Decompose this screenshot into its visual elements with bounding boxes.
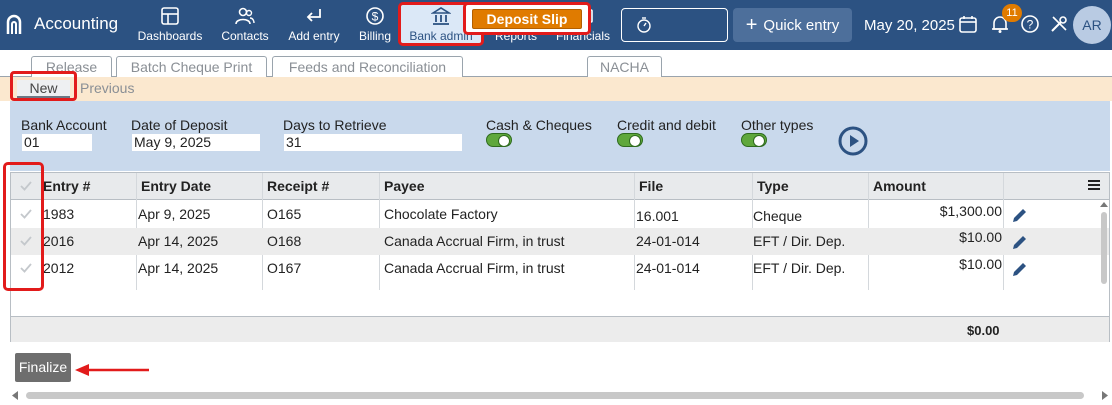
horizontal-scrollbar[interactable] <box>10 390 1110 401</box>
deposit-filters-panel: Bank Account 01 Date of Deposit May 9, 2… <box>10 101 1110 171</box>
table-row[interactable]: 2012 Apr 14, 2025 O167 Canada Accrual Fi… <box>11 255 1109 282</box>
column-menu-icon[interactable] <box>1087 178 1101 192</box>
row-selection-highlight <box>3 162 44 291</box>
file-number: 24-01-014 <box>636 233 700 249</box>
deposit-date-label: Date of Deposit <box>131 117 228 133</box>
column-header-amount[interactable]: Amount <box>873 178 926 194</box>
edit-pencil-icon[interactable] <box>1010 208 1028 224</box>
nav-label: Dashboards <box>137 29 203 43</box>
nav-billing[interactable]: $ Billing <box>356 6 394 46</box>
deposit-entries-table: Entry # Entry Date Receipt # Payee File … <box>10 172 1110 342</box>
other-types-label: Other types <box>741 117 814 133</box>
entry-date: Apr 9, 2025 <box>138 206 211 222</box>
app-logo-icon <box>6 14 22 34</box>
help-icon[interactable]: ? <box>1020 14 1040 34</box>
tab-feeds-reconciliation[interactable]: Feeds and Reconciliation <box>272 56 463 77</box>
file-number: 24-01-014 <box>636 260 700 276</box>
table-totals-row: $0.00 <box>11 316 1109 342</box>
plus-icon: + <box>745 14 758 36</box>
stopwatch-icon <box>637 17 651 33</box>
bank-account-label: Bank Account <box>21 117 107 133</box>
entry-number: 2012 <box>43 260 75 276</box>
subtab-bar <box>0 77 1112 101</box>
column-header-payee[interactable]: Payee <box>384 178 424 194</box>
dashboard-icon <box>161 7 179 25</box>
return-arrow-icon <box>306 9 321 22</box>
amount: $10.00 <box>959 256 1002 272</box>
subtab-previous[interactable]: Previous <box>80 80 134 96</box>
nav-dashboards[interactable]: Dashboards <box>136 6 204 46</box>
column-header-file[interactable]: File <box>639 178 663 194</box>
receipt-number: O168 <box>267 233 302 249</box>
tab-batch-cheque-print[interactable]: Batch Cheque Print <box>116 56 267 77</box>
column-header-entry[interactable]: Entry # <box>43 178 90 194</box>
receipt-number: O167 <box>267 260 302 276</box>
nav-contacts[interactable]: Contacts <box>219 6 271 46</box>
tab-deposit-slip[interactable]: Deposit Slip <box>472 9 582 29</box>
edit-pencil-icon[interactable] <box>1010 235 1028 251</box>
deposit-date-field[interactable]: May 9, 2025 <box>131 133 261 152</box>
bank-icon <box>431 7 451 25</box>
svg-text:?: ? <box>1027 18 1034 32</box>
cash-cheques-label: Cash & Cheques <box>486 117 592 133</box>
svg-text:$: $ <box>372 10 379 24</box>
nav-add-entry[interactable]: Add entry <box>286 6 342 46</box>
subtab-new-highlight <box>10 71 77 101</box>
dollar-icon: $ <box>366 7 384 25</box>
entry-number: 2016 <box>43 233 75 249</box>
credit-debit-label: Credit and debit <box>617 117 716 133</box>
contacts-icon <box>235 7 255 25</box>
payee: Canada Accrual Firm, in trust <box>384 233 565 249</box>
calendar-icon[interactable] <box>958 14 978 34</box>
receipt-number: O165 <box>267 206 302 222</box>
tools-icon[interactable] <box>1049 14 1069 34</box>
current-date: May 20, 2025 <box>864 17 955 34</box>
payee: Canada Accrual Firm, in trust <box>384 260 565 276</box>
nav-label: Billing <box>358 29 391 43</box>
column-header-type[interactable]: Type <box>757 178 789 194</box>
table-row[interactable]: 2016 Apr 14, 2025 O168 Canada Accrual Fi… <box>11 228 1109 255</box>
quick-entry-button[interactable]: + Quick entry <box>733 8 852 42</box>
bank-account-field[interactable]: 01 <box>21 133 93 152</box>
amount: $10.00 <box>959 229 1002 245</box>
vertical-scrollbar[interactable] <box>1099 201 1109 289</box>
days-to-retrieve-label: Days to Retrieve <box>283 117 387 133</box>
cash-cheques-toggle[interactable] <box>486 133 512 147</box>
table-header: Entry # Entry Date Receipt # Payee File … <box>11 173 1109 200</box>
entry-type: EFT / Dir. Dep. <box>753 233 846 249</box>
arrow-left-icon <box>75 364 149 376</box>
days-to-retrieve-field[interactable]: 31 <box>283 133 463 152</box>
timer-button[interactable] <box>621 8 728 42</box>
entry-date: Apr 14, 2025 <box>138 233 219 249</box>
total-amount: $0.00 <box>967 323 1000 338</box>
table-row[interactable]: 1983 Apr 9, 2025 O165 Chocolate Factory … <box>11 201 1109 228</box>
avatar[interactable]: AR <box>1073 6 1111 44</box>
notification-badge: 11 <box>1002 4 1022 22</box>
tab-nacha[interactable]: NACHA <box>587 56 662 77</box>
entry-type: Cheque <box>753 208 803 224</box>
column-header-entry-date[interactable]: Entry Date <box>141 178 211 194</box>
quick-entry-label: Quick entry <box>763 16 840 34</box>
payee: Chocolate Factory <box>384 206 498 222</box>
nav-label: Add entry <box>288 29 340 43</box>
amount: $1,300.00 <box>939 203 1002 219</box>
file-number: 16.001 <box>636 208 679 224</box>
tab-deposit-slip-highlight: Deposit Slip <box>463 2 591 35</box>
tab-bar: Release Batch Cheque Print Feeds and Rec… <box>0 50 1112 77</box>
entry-number: 1983 <box>43 206 75 222</box>
entry-date: Apr 14, 2025 <box>138 260 219 276</box>
play-icon[interactable] <box>838 126 868 156</box>
entry-type: EFT / Dir. Dep. <box>753 260 846 276</box>
other-types-toggle[interactable] <box>741 133 767 147</box>
nav-label: Contacts <box>221 29 269 43</box>
credit-debit-toggle[interactable] <box>617 133 643 147</box>
app-title: Accounting <box>34 14 119 33</box>
edit-pencil-icon[interactable] <box>1010 262 1028 278</box>
column-header-receipt[interactable]: Receipt # <box>267 178 329 194</box>
finalize-button[interactable]: Finalize <box>15 353 71 382</box>
